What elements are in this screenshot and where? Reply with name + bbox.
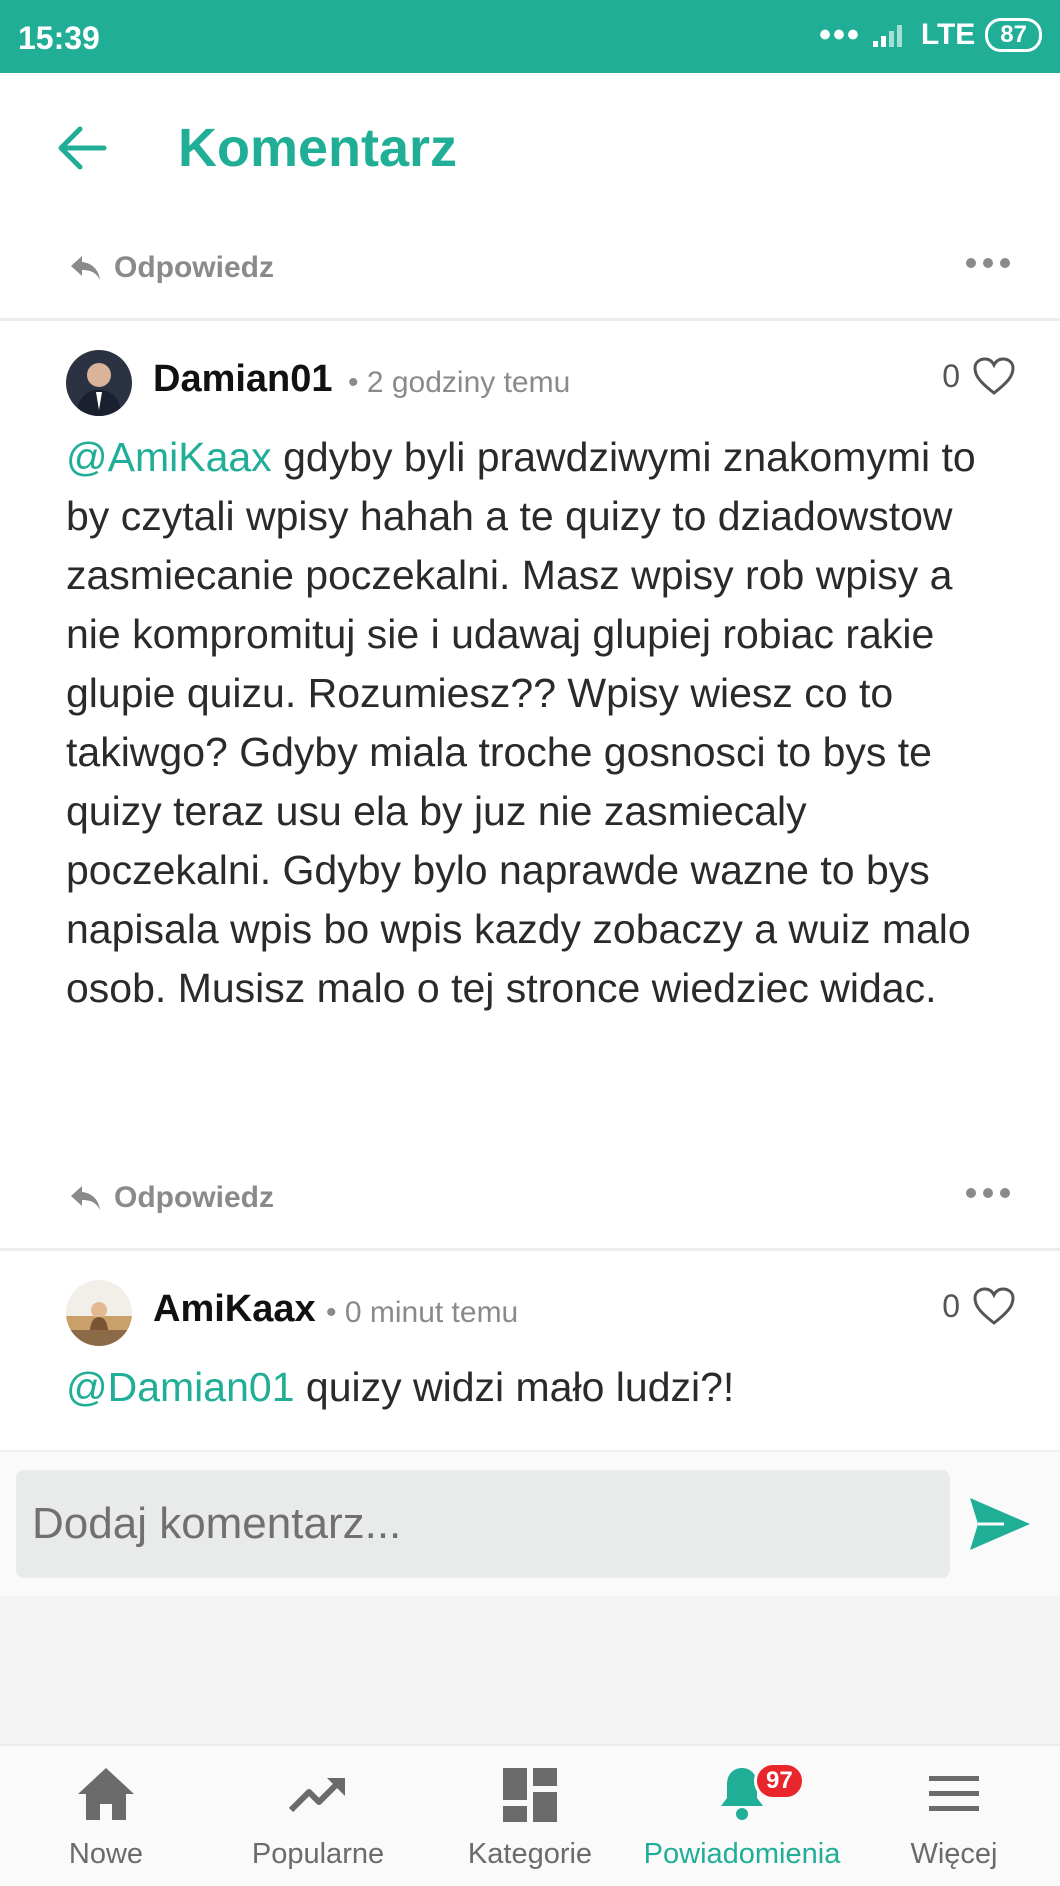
comment-author[interactable]: AmiKaax [153, 1288, 316, 1331]
bottom-navigation: Nowe Popularne Kategorie 97 Powiadomieni… [0, 1744, 1060, 1886]
nav-item-popularne[interactable]: Popularne [212, 1746, 424, 1886]
reply-button[interactable]: Odpowiedz [68, 1181, 274, 1215]
app-header: Komentarz [0, 73, 1060, 225]
comment-header: Damian01 • 2 godziny temu 0 [0, 338, 1060, 418]
comment-body: gdyby byli prawdziwymi znakomymi to by c… [66, 434, 976, 1011]
comment-item: AmiKaax • 0 minut temu 0 @Damian01 quizy… [0, 1268, 1060, 1450]
comment-header: AmiKaax • 0 minut temu 0 [0, 1268, 1060, 1348]
comment-text: @Damian01 quizy widzi mało ludzi?! [66, 1358, 1016, 1417]
battery-level: 87 [1000, 21, 1027, 48]
reply-label: Odpowiedz [114, 1181, 274, 1214]
like-count: 0 [942, 1287, 960, 1324]
like-control[interactable]: 0 [942, 1286, 1016, 1326]
page-title: Komentarz [178, 118, 458, 178]
send-icon[interactable] [968, 1494, 1032, 1554]
home-icon [78, 1768, 134, 1820]
empty-area [0, 1596, 1060, 1744]
mention-link[interactable]: @Damian01 [66, 1364, 295, 1410]
reply-icon [71, 256, 100, 280]
status-bar: 15:39 ••• LTE 87 [0, 0, 1060, 73]
status-time: 15:39 [18, 20, 100, 56]
comment-input[interactable] [16, 1470, 950, 1578]
like-count: 0 [942, 357, 960, 394]
nav-item-wiecej[interactable]: Więcej [848, 1746, 1060, 1886]
more-options-icon[interactable] [966, 253, 1010, 273]
comment-time: • 0 minut temu [326, 1296, 519, 1329]
comment-text: @AmiKaax gdyby byli prawdziwymi znakomym… [66, 428, 1016, 1018]
more-notifications-icon: ••• [819, 16, 861, 54]
notification-badge: 97 [754, 1762, 805, 1800]
nav-item-kategorie[interactable]: Kategorie [424, 1746, 636, 1886]
divider [0, 318, 1060, 321]
menu-icon [929, 1776, 979, 1811]
comments-list[interactable]: Odpowiedz Damian01 • 2 godziny temu 0 @A… [0, 210, 1060, 1450]
avatar[interactable] [66, 1280, 132, 1346]
comment-body: quizy widzi mało ludzi?! [294, 1364, 735, 1410]
nav-label: Popularne [251, 1838, 385, 1870]
heart-icon[interactable] [972, 1286, 1016, 1326]
reply-label: Odpowiedz [114, 251, 274, 284]
signal-icon [872, 25, 902, 47]
back-arrow-icon[interactable] [56, 125, 108, 171]
like-control[interactable]: 0 [942, 356, 1016, 396]
avatar[interactable] [66, 350, 132, 416]
comment-author[interactable]: Damian01 [153, 358, 333, 401]
comment-item: Damian01 • 2 godziny temu 0 @AmiKaax gdy… [0, 338, 1060, 1158]
nav-label: Kategorie [467, 1838, 593, 1870]
trending-icon [288, 1778, 345, 1813]
nav-item-nowe[interactable]: Nowe [0, 1746, 212, 1886]
nav-label: Więcej [910, 1838, 998, 1870]
comment-time: • 2 godziny temu [348, 366, 571, 399]
battery-icon: 87 [985, 18, 1042, 52]
divider [0, 1248, 1060, 1251]
comment-composer [0, 1450, 1060, 1598]
reply-button[interactable]: Odpowiedz [68, 251, 274, 285]
reply-icon [71, 1186, 100, 1210]
nav-item-powiadomienia[interactable]: 97 Powiadomienia [636, 1746, 848, 1886]
nav-label: Nowe [68, 1838, 144, 1870]
heart-icon[interactable] [972, 356, 1016, 396]
nav-label: Powiadomienia [643, 1838, 841, 1870]
network-type: LTE [920, 18, 976, 51]
dashboard-icon [503, 1768, 557, 1822]
comment-actions: Odpowiedz [0, 1155, 1060, 1235]
more-options-icon[interactable] [966, 1183, 1010, 1203]
mention-link[interactable]: @AmiKaax [66, 434, 272, 480]
system-icons: ••• LTE 87 [819, 18, 1042, 52]
comment-actions: Odpowiedz [0, 225, 1060, 305]
